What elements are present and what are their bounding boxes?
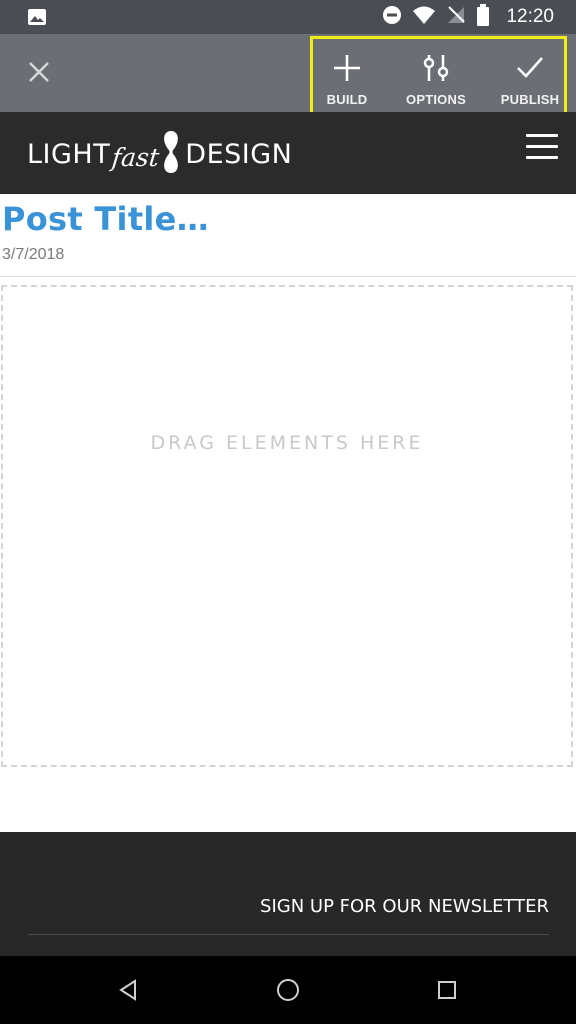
build-button[interactable]: BUILD — [313, 39, 381, 112]
recents-icon[interactable] — [433, 976, 461, 1004]
logo-mark-icon — [161, 129, 181, 180]
publish-label: PUBLISH — [500, 92, 560, 107]
options-button[interactable]: OPTIONS — [397, 39, 475, 112]
image-icon — [27, 8, 47, 26]
drop-zone-text: DRAG ELEMENTS HERE — [150, 432, 424, 454]
logo-text-light: LIGHT — [27, 138, 111, 170]
status-bar: 12:20 — [0, 0, 576, 34]
site-header: LIGHT fast DESIGN — [0, 112, 576, 194]
hamburger-menu-icon[interactable] — [526, 134, 558, 160]
system-nav-bar — [0, 956, 576, 1024]
footer-divider — [28, 934, 549, 935]
sliders-icon — [421, 39, 451, 88]
site-footer: SIGN UP FOR OUR NEWSLETTER — [0, 832, 576, 956]
no-signal-icon — [446, 5, 466, 30]
logo-text-design: DESIGN — [185, 138, 293, 170]
status-icons: 12:20 — [382, 0, 554, 34]
site-logo[interactable]: LIGHT fast DESIGN — [27, 130, 293, 174]
plus-icon — [332, 39, 362, 88]
drop-zone[interactable]: DRAG ELEMENTS HERE — [1, 285, 573, 767]
post-date: 3/7/2018 — [2, 246, 65, 263]
publish-button[interactable]: PUBLISH — [493, 39, 567, 112]
check-icon — [515, 39, 545, 88]
do-not-disturb-icon — [382, 5, 402, 30]
close-button[interactable] — [24, 59, 54, 89]
status-time: 12:20 — [506, 6, 554, 27]
editor-action-group: BUILD OPTIONS PUBLISH — [310, 36, 567, 115]
wifi-icon — [412, 5, 436, 30]
home-icon[interactable] — [274, 976, 302, 1004]
options-label: OPTIONS — [406, 92, 466, 107]
close-icon — [28, 61, 50, 88]
post-title[interactable]: Post Title… — [2, 200, 209, 238]
build-label: BUILD — [326, 92, 368, 107]
newsletter-link[interactable]: SIGN UP FOR OUR NEWSLETTER — [260, 896, 549, 917]
battery-icon — [476, 3, 490, 31]
divider — [0, 276, 576, 277]
logo-text-fast: fast — [110, 142, 161, 172]
back-icon[interactable] — [114, 976, 142, 1004]
